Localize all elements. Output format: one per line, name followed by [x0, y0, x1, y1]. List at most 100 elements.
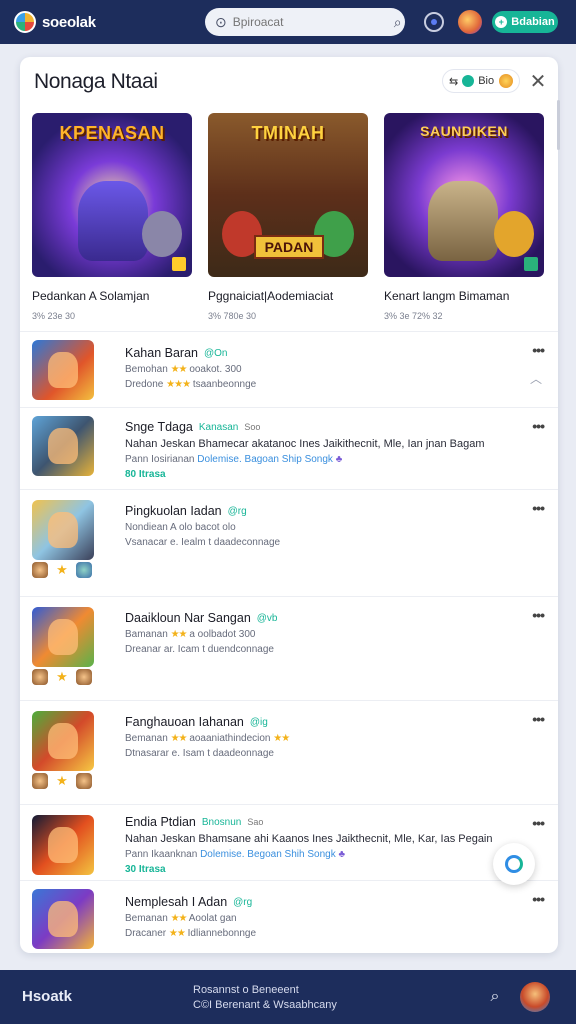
- game-link[interactable]: Dolemise. Bagoan Ship Songk: [197, 454, 333, 465]
- game-thumbnail: [32, 607, 94, 667]
- game-description: Nahan Jeskan Bhamsane ahi Kaanos Ines Ja…: [125, 833, 493, 845]
- character-badge-icon: [76, 562, 92, 578]
- game-meta: Bemohan: [125, 364, 168, 375]
- character-badge-icon: [76, 773, 92, 789]
- game-tag: Kanasan: [198, 421, 239, 433]
- featured-art: TMINAH PADAN: [208, 113, 368, 277]
- star-badge-icon: ★: [56, 562, 68, 577]
- header-action-button[interactable]: + Bdabian: [492, 11, 558, 33]
- game-meta: Nondiean: [125, 522, 168, 533]
- game-meta: Bemanan: [125, 733, 168, 744]
- game-tag: Bnosnun: [201, 816, 242, 828]
- more-options-icon[interactable]: •••: [532, 607, 545, 623]
- game-meta: a oolbadot 300: [189, 629, 256, 640]
- featured-title: Pggnaiciat|Aodemiaciat: [208, 289, 334, 303]
- featured-card[interactable]: SAUNDIKEN Kenart langm Bimaman 3% 3e 72%…: [384, 113, 544, 331]
- game-title: Nemplesah I Adan: [125, 895, 228, 909]
- app-logo[interactable]: soeolak: [14, 11, 204, 33]
- more-options-icon[interactable]: •••: [532, 342, 545, 358]
- top-bar: soeolak ⊙ ⌕ + Bdabian: [0, 0, 576, 44]
- avatar-badge-icon: [32, 562, 48, 578]
- featured-card[interactable]: TMINAH PADAN Pggnaiciat|Aodemiaciat 3% 7…: [208, 113, 368, 331]
- game-tag: @rg: [233, 896, 253, 908]
- list-item[interactable]: Snge Tdaga Kanasan Soo Nahan Jeskan Bhamec…: [20, 408, 558, 490]
- compass-icon[interactable]: [424, 12, 444, 32]
- game-meta: aoaaniathindecion: [189, 733, 271, 744]
- search-icon[interactable]: ⌕: [394, 13, 402, 31]
- search-bar[interactable]: ⊙ ⌕: [205, 8, 405, 36]
- game-meta: Dtnasarar e. Isam t daadeonnage: [125, 748, 274, 759]
- game-thumbnail: [32, 889, 94, 949]
- featured-games: KPENASAN Pedankan A Solamjan 3% 23e 30 T…: [20, 107, 558, 331]
- game-link[interactable]: Dolemise. Begoan Shih Songk: [200, 849, 336, 860]
- filter-pill[interactable]: ⇆ Bio: [442, 69, 520, 93]
- game-meta: ooakot. 300: [189, 364, 242, 375]
- game-description: Nahan Jeskan Bhamecar akatanoc Ines Jaik…: [125, 438, 485, 450]
- game-title: Kahan Baran: [125, 346, 198, 360]
- game-meta: Bamanan: [125, 629, 168, 640]
- game-tag: @ig: [249, 716, 268, 728]
- list-item[interactable]: Endia Ptdian Bnosnun Sao Nahan Jeskan Bham…: [20, 805, 558, 881]
- plus-icon: +: [495, 16, 508, 28]
- scrollbar[interactable]: [557, 100, 560, 150]
- more-options-icon[interactable]: •••: [532, 815, 545, 831]
- game-panel: Nonaga Ntaai ⇆ Bio ✕ KPENASAN Pedankan A…: [20, 57, 558, 953]
- featured-meta: 3% 780e 30: [208, 311, 257, 321]
- list-item[interactable]: Fanghauoan Iahanan @ig Bemanan ★★ aoaania…: [20, 701, 558, 805]
- game-meta: Aoolat gan: [188, 913, 237, 924]
- game-thumbnail: [32, 815, 94, 875]
- footer-line: C©I Berenant & Wsaabhcany: [193, 999, 337, 1011]
- game-meta: Dreanar ar. Icam t duendconnage: [125, 644, 274, 655]
- game-meta: Dredone: [125, 379, 164, 390]
- app-name: soeolak: [42, 13, 96, 31]
- list-item[interactable]: Pingkuolan Iadan @rg Nondiean A olo bacot…: [20, 490, 558, 597]
- list-item[interactable]: Nemplesah I Adan @rg Bemanan ★★ Aoolat ga…: [20, 881, 558, 953]
- game-title: Endia Ptdian: [125, 815, 196, 829]
- star-badge-icon: ★: [56, 773, 68, 788]
- close-icon[interactable]: ✕: [526, 69, 550, 93]
- user-avatar[interactable]: [458, 10, 482, 34]
- list-item[interactable]: Kahan Baran @On Bemohan ★★ ooakot. 300 Dr…: [20, 332, 558, 408]
- featured-meta: 3% 23e 30: [32, 311, 76, 321]
- game-tag: @rg: [227, 505, 247, 517]
- footer-logo[interactable]: Hsoatk: [22, 988, 72, 1005]
- list-item[interactable]: Daaikloun Nar Sangan @vb Bamanan ★★ a ool…: [20, 597, 558, 701]
- panel-title: Nonaga Ntaai: [34, 70, 158, 93]
- game-list: Kahan Baran @On Bemohan ★ ★ ooakot. 300 Dr…: [20, 331, 558, 953]
- game-title: Pingkuolan Iadan: [125, 504, 222, 518]
- game-controller-icon: ⊙: [215, 13, 227, 30]
- bottom-bar: Hsoatk Rosannst o Beneeent C©I Berenant …: [0, 970, 576, 1024]
- game-meta: A olo bacot olo: [170, 522, 236, 533]
- more-options-icon[interactable]: •••: [532, 891, 545, 907]
- search-input[interactable]: [232, 15, 388, 29]
- search-icon[interactable]: ⌕: [486, 988, 504, 1006]
- user-avatar[interactable]: [520, 982, 550, 1012]
- filter-icon: ⇆: [449, 75, 459, 88]
- game-meta: Vsanacar e. Iealm t daadeconnage: [125, 537, 281, 548]
- featured-meta: 3% 3e 72% 32: [384, 311, 443, 321]
- game-tag: @On: [203, 347, 228, 359]
- coin-icon: [499, 74, 513, 88]
- featured-card[interactable]: KPENASAN Pedankan A Solamjan 3% 23e 30: [32, 113, 192, 331]
- game-meta: Bemanan: [125, 913, 168, 924]
- chevron-up-icon[interactable]: ︿: [530, 370, 542, 387]
- game-thumbnail: [32, 416, 94, 476]
- tag-icon: ♣: [335, 454, 343, 465]
- player-count: 30 Itrasa: [125, 864, 166, 875]
- character-badge-icon: [76, 669, 92, 685]
- game-tag: @vb: [256, 612, 278, 624]
- more-options-icon[interactable]: •••: [532, 711, 545, 727]
- footer-text: Rosannst o Beneeent C©I Berenant & Wsaab…: [193, 983, 337, 1013]
- header-action-label: Bdabian: [511, 16, 555, 28]
- more-options-icon[interactable]: •••: [532, 500, 545, 516]
- panel-header: Nonaga Ntaai ⇆ Bio ✕: [20, 57, 558, 107]
- game-meta: Pann Ikaanknan: [125, 849, 198, 860]
- game-thumbnail: [32, 500, 94, 560]
- chat-icon: [505, 855, 523, 873]
- game-thumbnail: [32, 340, 94, 400]
- featured-art: SAUNDIKEN: [384, 113, 544, 277]
- game-title: Fanghauoan Iahanan: [125, 715, 244, 729]
- game-meta: Dracaner: [125, 928, 167, 939]
- floating-action-button[interactable]: [493, 843, 535, 885]
- more-options-icon[interactable]: •••: [532, 418, 545, 434]
